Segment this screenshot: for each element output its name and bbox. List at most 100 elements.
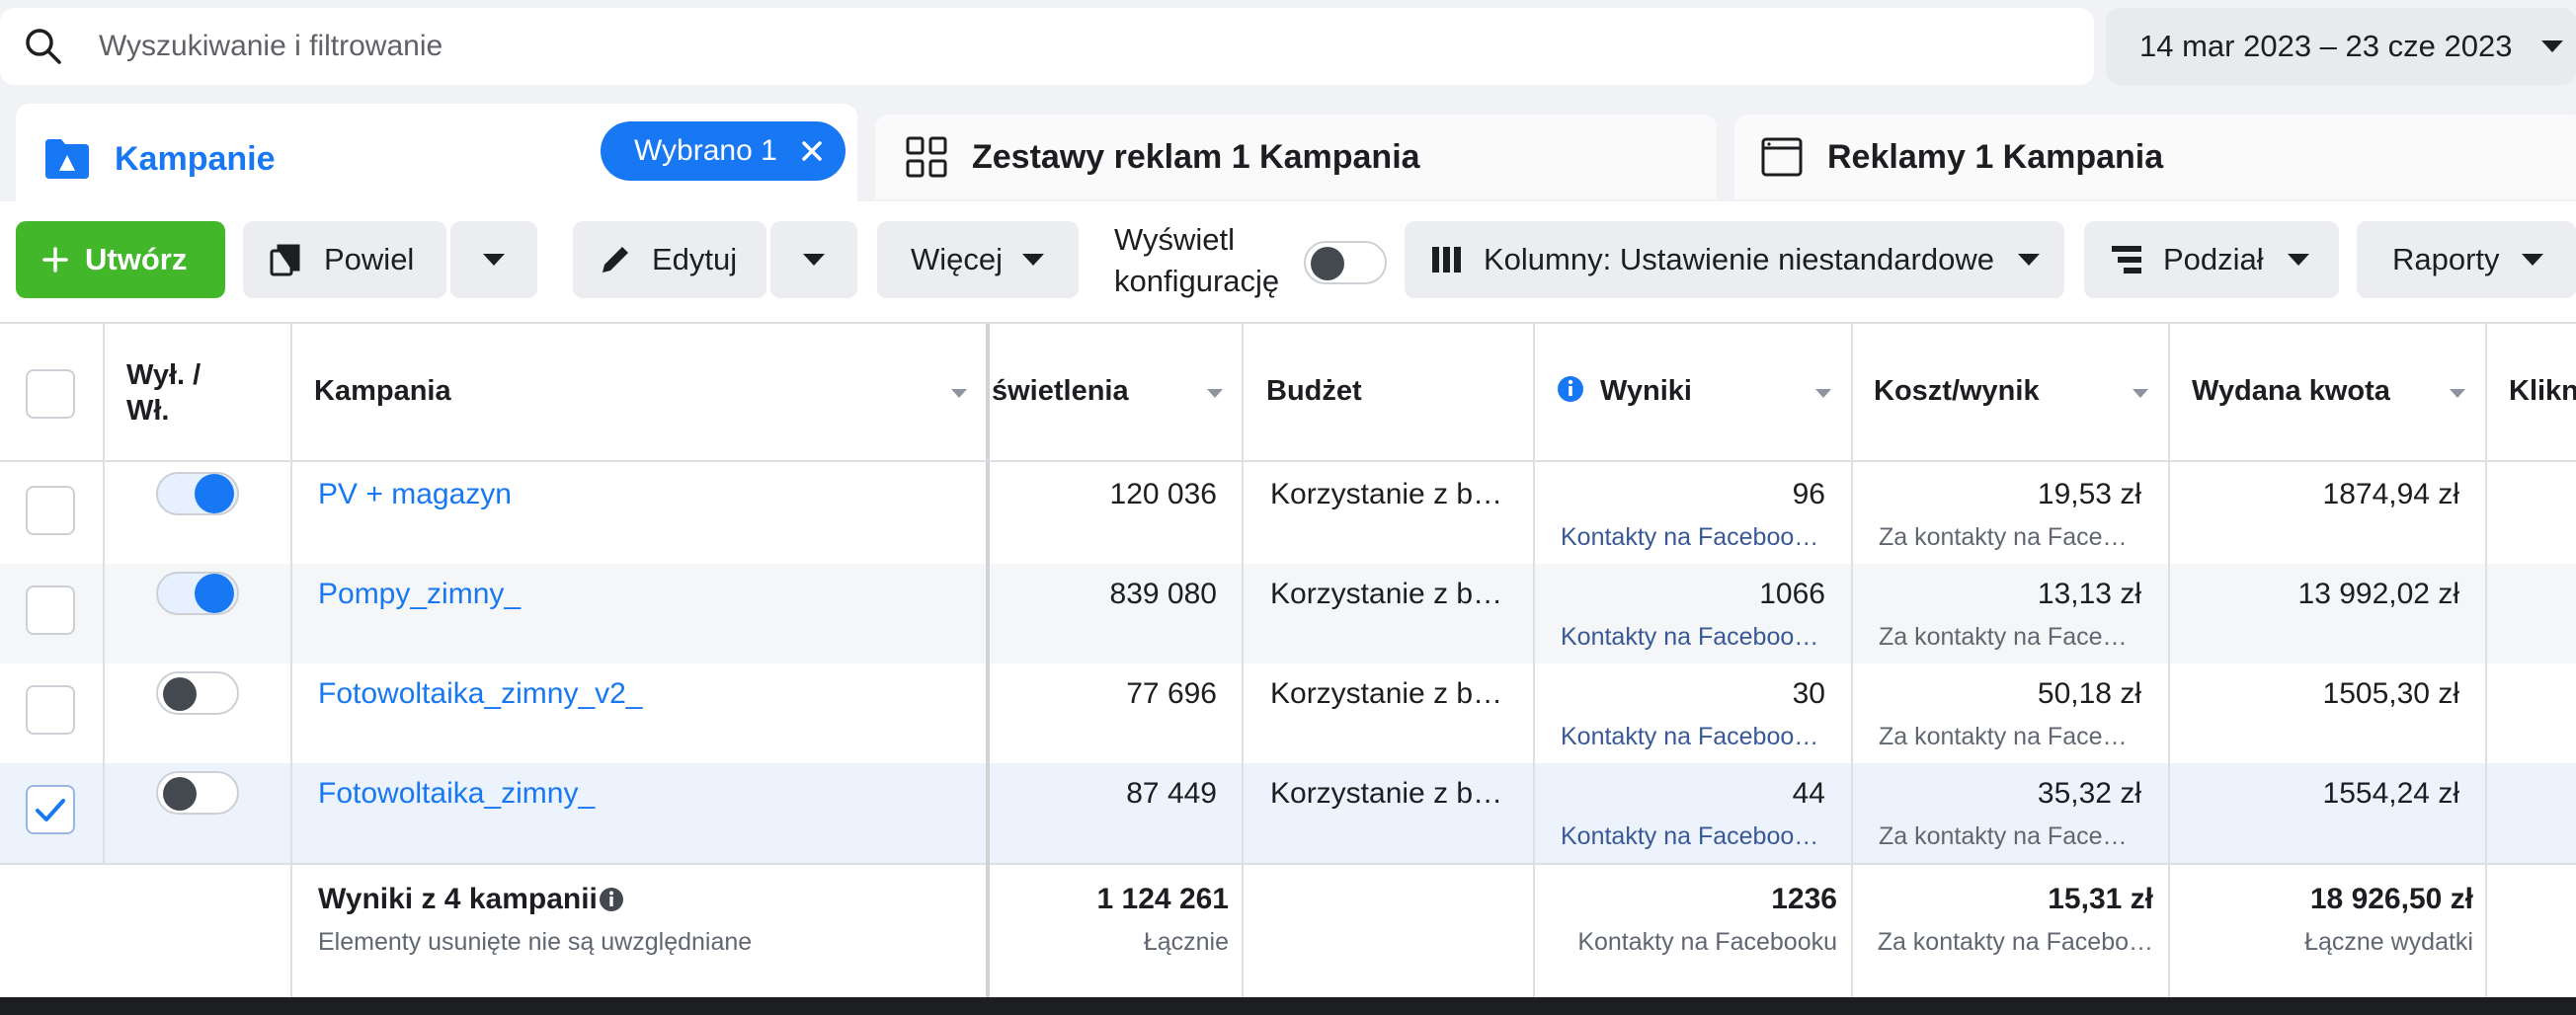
spent-value: 1554,24 zł	[2322, 777, 2459, 810]
chevron-down-icon	[1022, 254, 1045, 266]
header-cost-per-result[interactable]: Koszt/wynik	[1874, 375, 2040, 408]
results-type: Kontakty na Faceboo…	[1561, 523, 1819, 551]
header-impressions[interactable]: świetlenia	[992, 375, 1129, 408]
tab-adsets[interactable]: Zestawy reklam 1 Kampania	[875, 115, 1717, 199]
info-icon[interactable]	[599, 887, 624, 912]
cost-value: 35,32 zł	[2037, 777, 2141, 810]
budget-value: Korzystanie z b…	[1270, 777, 1503, 810]
chevron-down-icon	[2521, 254, 2543, 266]
view-config-toggle[interactable]	[1304, 241, 1387, 284]
results-value: 44	[1792, 777, 1825, 810]
budget-value: Korzystanie z b…	[1270, 578, 1503, 610]
campaigns-table: Wył. / Wł. Kampania świetlenia Budżet Wy…	[0, 322, 2576, 999]
edit-button[interactable]: Edytuj	[573, 221, 766, 298]
header-onoff[interactable]: Wył. / Wł.	[126, 357, 201, 429]
select-all-checkbox[interactable]	[26, 369, 75, 419]
more-button[interactable]: Więcej	[877, 221, 1079, 298]
create-button[interactable]: Utwórz	[16, 221, 225, 298]
date-range-picker[interactable]: 14 mar 2023 – 23 cze 2023	[2106, 8, 2576, 85]
spent-value: 1874,94 zł	[2322, 478, 2459, 510]
header-budget[interactable]: Budżet	[1266, 375, 1362, 408]
search-bar[interactable]	[0, 8, 2094, 85]
sort-icon[interactable]	[2133, 389, 2148, 398]
cost-type: Za kontakty na Face…	[1879, 523, 2128, 551]
breakdown-button[interactable]: Podział	[2084, 221, 2339, 298]
search-input[interactable]	[99, 30, 1975, 63]
summary-impressions: 1 124 261	[1096, 883, 1229, 915]
results-value: 96	[1792, 478, 1825, 510]
campaign-name-link[interactable]: PV + magazyn	[318, 478, 512, 511]
breakdown-label: Podział	[2163, 242, 2264, 276]
edit-label: Edytuj	[652, 242, 738, 276]
columns-icon	[1432, 247, 1461, 273]
cost-value: 19,53 zł	[2037, 478, 2141, 510]
summary-spent-sub: Łączne wydatki	[2304, 928, 2473, 956]
chevron-down-icon	[2287, 254, 2309, 266]
edit-dropdown-button[interactable]	[770, 221, 857, 298]
tab-campaigns[interactable]: Kampanie Wybrano 1	[16, 104, 857, 214]
create-label: Utwórz	[85, 242, 188, 276]
info-icon[interactable]	[1557, 375, 1584, 403]
sort-icon[interactable]	[951, 389, 967, 398]
row-checkbox[interactable]	[26, 486, 75, 535]
reports-button[interactable]: Raporty	[2357, 221, 2576, 298]
campaign-toggle[interactable]	[156, 771, 239, 815]
bottom-bar	[0, 997, 2576, 1015]
budget-value: Korzystanie z b…	[1270, 677, 1503, 710]
tab-ads-label: Reklamy 1 Kampania	[1827, 137, 2164, 176]
spent-value: 1505,30 zł	[2322, 677, 2459, 710]
results-value: 1066	[1759, 578, 1825, 610]
tab-ads[interactable]: Reklamy 1 Kampania	[1734, 115, 2576, 199]
cost-value: 13,13 zł	[2037, 578, 2141, 610]
header-campaign[interactable]: Kampania	[314, 375, 451, 408]
cost-type: Za kontakty na Face…	[1879, 822, 2128, 850]
campaign-name-link[interactable]: Fotowoltaika_zimny_v2_	[318, 677, 643, 711]
campaign-toggle[interactable]	[156, 472, 239, 515]
chevron-down-icon	[803, 254, 825, 266]
duplicate-dropdown-button[interactable]	[450, 221, 537, 298]
sort-icon[interactable]	[1815, 389, 1831, 398]
cost-type: Za kontakty na Face…	[1879, 723, 2128, 750]
sort-icon[interactable]	[2450, 389, 2465, 398]
sort-icon[interactable]	[1207, 389, 1223, 398]
columns-label: Kolumny: Ustawienie niestandardowe	[1484, 242, 1994, 276]
summary-results: 1236	[1771, 883, 1837, 915]
breakdown-icon	[2112, 246, 2141, 273]
impressions-value: 839 080	[1109, 578, 1217, 610]
header-clicks[interactable]: Klikn	[2509, 375, 2576, 408]
impressions-value: 77 696	[1126, 677, 1217, 710]
campaign-toggle[interactable]	[156, 572, 239, 615]
grid-icon	[906, 136, 947, 178]
selected-chip[interactable]: Wybrano 1	[601, 121, 845, 181]
impressions-value: 87 449	[1126, 777, 1217, 810]
summary-cost-sub: Za kontakty na Facebo…	[1877, 928, 2153, 956]
campaign-name-link[interactable]: Pompy_zimny_	[318, 578, 521, 611]
chevron-down-icon	[483, 254, 505, 266]
header-amount-spent[interactable]: Wydana kwota	[2192, 375, 2390, 408]
campaign-name-link[interactable]: Fotowoltaika_zimny_	[318, 777, 595, 811]
selected-chip-label: Wybrano 1	[634, 134, 777, 167]
summary-impressions-sub: Łącznie	[1143, 928, 1229, 956]
toolbar: Utwórz Powiel Edytuj Więcej Wyświetl kon…	[0, 201, 2576, 322]
duplicate-button[interactable]: Powiel	[243, 221, 446, 298]
columns-button[interactable]: Kolumny: Ustawienie niestandardowe	[1405, 221, 2064, 298]
spent-value: 13 992,02 zł	[2297, 578, 2459, 610]
duplicate-label: Powiel	[324, 242, 415, 276]
folder-icon	[45, 139, 89, 179]
row-checkbox[interactable]	[26, 685, 75, 735]
view-config-label: Wyświetl konfigurację	[1114, 222, 1280, 298]
summary-title: Wyniki z 4 kampanii	[318, 883, 598, 915]
results-type: Kontakty na Faceboo…	[1561, 822, 1819, 850]
cost-type: Za kontakty na Face…	[1879, 623, 2128, 651]
chevron-down-icon	[2541, 40, 2564, 52]
row-checkbox[interactable]	[26, 586, 75, 635]
campaign-toggle[interactable]	[156, 671, 239, 715]
close-icon[interactable]	[796, 135, 828, 167]
summary-note: Elementy usunięte nie są uwzględniane	[318, 928, 753, 956]
tab-campaigns-label: Kampanie	[115, 139, 276, 178]
summary-cost: 15,31 zł	[2048, 883, 2153, 915]
results-value: 30	[1792, 677, 1825, 710]
chevron-down-icon	[2017, 254, 2040, 266]
row-checkbox[interactable]	[26, 785, 75, 834]
header-results[interactable]: Wyniki	[1600, 375, 1692, 408]
